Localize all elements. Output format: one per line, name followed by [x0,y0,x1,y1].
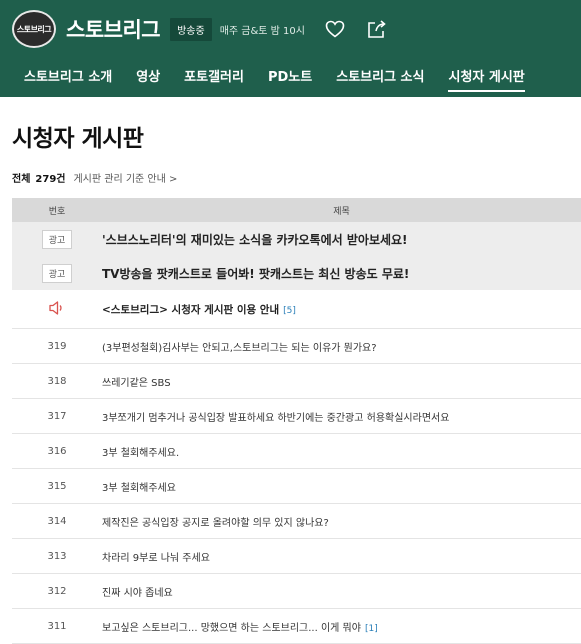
post-number: 312 [47,585,67,597]
post-number: 313 [47,550,67,562]
board-meta: 전체 279건 게시판 관리 기준 안내 > [12,170,581,185]
post-subject[interactable]: 3부쪼개기 멈추거나 공식입장 발표하세요 하반기에는 중간광고 허용확실시라면… [102,409,581,424]
ad-badge: 광고 [41,263,73,283]
post-subject[interactable]: 차라리 9부로 나눠 주세요 [102,549,581,564]
show-title[interactable]: 스토브리그 [66,14,161,44]
nav-item-video[interactable]: 영상 [136,58,160,90]
post-subject[interactable]: 진짜 시야 좁네요 [102,584,581,599]
ad-subject[interactable]: '스브스노리터'의 재미있는 소식을 카카오톡에서 받아보세요! [102,231,581,248]
ad-badge-cell: 광고 [12,229,102,249]
table-row[interactable]: 315 3부 철회해주세요 [12,469,581,504]
post-number: 314 [47,515,67,527]
table-row[interactable]: 319 (3부편성철회)김사부는 안되고,스토브리그는 되는 이유가 뭔가요? [12,329,581,364]
table-row[interactable]: 316 3부 철회해주세요. [12,434,581,469]
share-icon[interactable] [365,17,389,41]
page-title: 시청자 게시판 [12,126,144,152]
onair-badge: 방송중 [170,17,212,41]
post-number: 315 [47,480,67,492]
ad-badge: 광고 [41,229,73,249]
table-row[interactable]: 311 보고싶은 스토브리그... 망했으면 하는 스토브리그... 이게 뭐야… [12,609,581,644]
nav-item-photo-gallery[interactable]: 포토갤러리 [184,58,244,90]
heart-icon[interactable] [323,17,347,41]
total-count: 279건 [35,174,66,185]
show-logo[interactable]: 스토브리그 [12,10,56,48]
nav-item-intro[interactable]: 스토브리그 소개 [24,58,112,90]
notice-subject-text[interactable]: <스토브리그> 시청자 게시판 이용 안내 [102,304,279,316]
nav-item-pd-note[interactable]: PD노트 [268,58,312,90]
post-subject[interactable]: 제작진은 공식입장 공지로 올려야할 의무 있지 않나요? [102,514,581,529]
ad-row[interactable]: 광고 '스브스노리터'의 재미있는 소식을 카카오톡에서 받아보세요! [12,222,581,256]
post-subject[interactable]: 3부 철회해주세요. [102,444,581,459]
show-nav: 스토브리그 소개 영상 포토갤러리 PD노트 스토브리그 소식 시청자 게시판 [0,58,581,97]
ad-subject[interactable]: TV방송을 팟캐스트로 들어봐! 팟캐스트는 최신 방송도 무료! [102,265,581,282]
post-number: 311 [47,620,67,632]
nav-item-viewer-board[interactable]: 시청자 게시판 [448,58,525,92]
table-header: 번호 제목 [12,198,581,222]
table-row[interactable]: 317 3부쪼개기 멈추거나 공식입장 발표하세요 하반기에는 중간광고 허용확… [12,399,581,434]
guideline-link[interactable]: 게시판 관리 기준 안내 > [73,170,177,185]
board-table: 번호 제목 광고 '스브스노리터'의 재미있는 소식을 카카오톡에서 받아보세요… [12,198,581,644]
total-label: 전체 [12,174,31,185]
speaker-icon [12,300,102,319]
post-subject[interactable]: 보고싶은 스토브리그... 망했으면 하는 스토브리그... 이게 뭐야 [1] [102,619,581,634]
notice-subject[interactable]: <스토브리그> 시청자 게시판 이용 안내 [5] [102,302,581,317]
table-row[interactable]: 312 진짜 시야 좁네요 [12,574,581,609]
column-header-no: 번호 [48,206,66,217]
post-subject[interactable]: 3부 철회해주세요 [102,479,581,494]
ad-badge-cell: 광고 [12,263,102,283]
post-subject[interactable]: (3부편성철회)김사부는 안되고,스토브리그는 되는 이유가 뭔가요? [102,339,581,354]
notice-row[interactable]: <스토브리그> 시청자 게시판 이용 안내 [5] [12,290,581,329]
column-header-title: 제목 [333,206,350,217]
post-subject[interactable]: 쓰레기같은 SBS [102,374,581,389]
show-header: 스토브리그 스토브리그 방송중 매주 금&토 밤 10시 스토브리그 소개 영상… [0,0,581,97]
broadcast-schedule: 매주 금&토 밤 10시 [219,25,305,37]
table-row[interactable]: 318 쓰레기같은 SBS [12,364,581,399]
table-row[interactable]: 313 차라리 9부로 나눠 주세요 [12,539,581,574]
post-number: 316 [47,445,67,457]
reply-count: [1] [364,623,378,634]
post-number: 317 [47,410,67,422]
table-row[interactable]: 314 제작진은 공식입장 공지로 올려야할 의무 있지 않나요? [12,504,581,539]
post-number: 318 [47,375,67,387]
ad-row[interactable]: 광고 TV방송을 팟캐스트로 들어봐! 팟캐스트는 최신 방송도 무료! [12,256,581,290]
header-top-row: 스토브리그 스토브리그 방송중 매주 금&토 밤 10시 [0,0,581,58]
reply-count: [5] [283,305,296,316]
post-number: 319 [47,340,67,352]
nav-item-news[interactable]: 스토브리그 소식 [336,58,424,90]
